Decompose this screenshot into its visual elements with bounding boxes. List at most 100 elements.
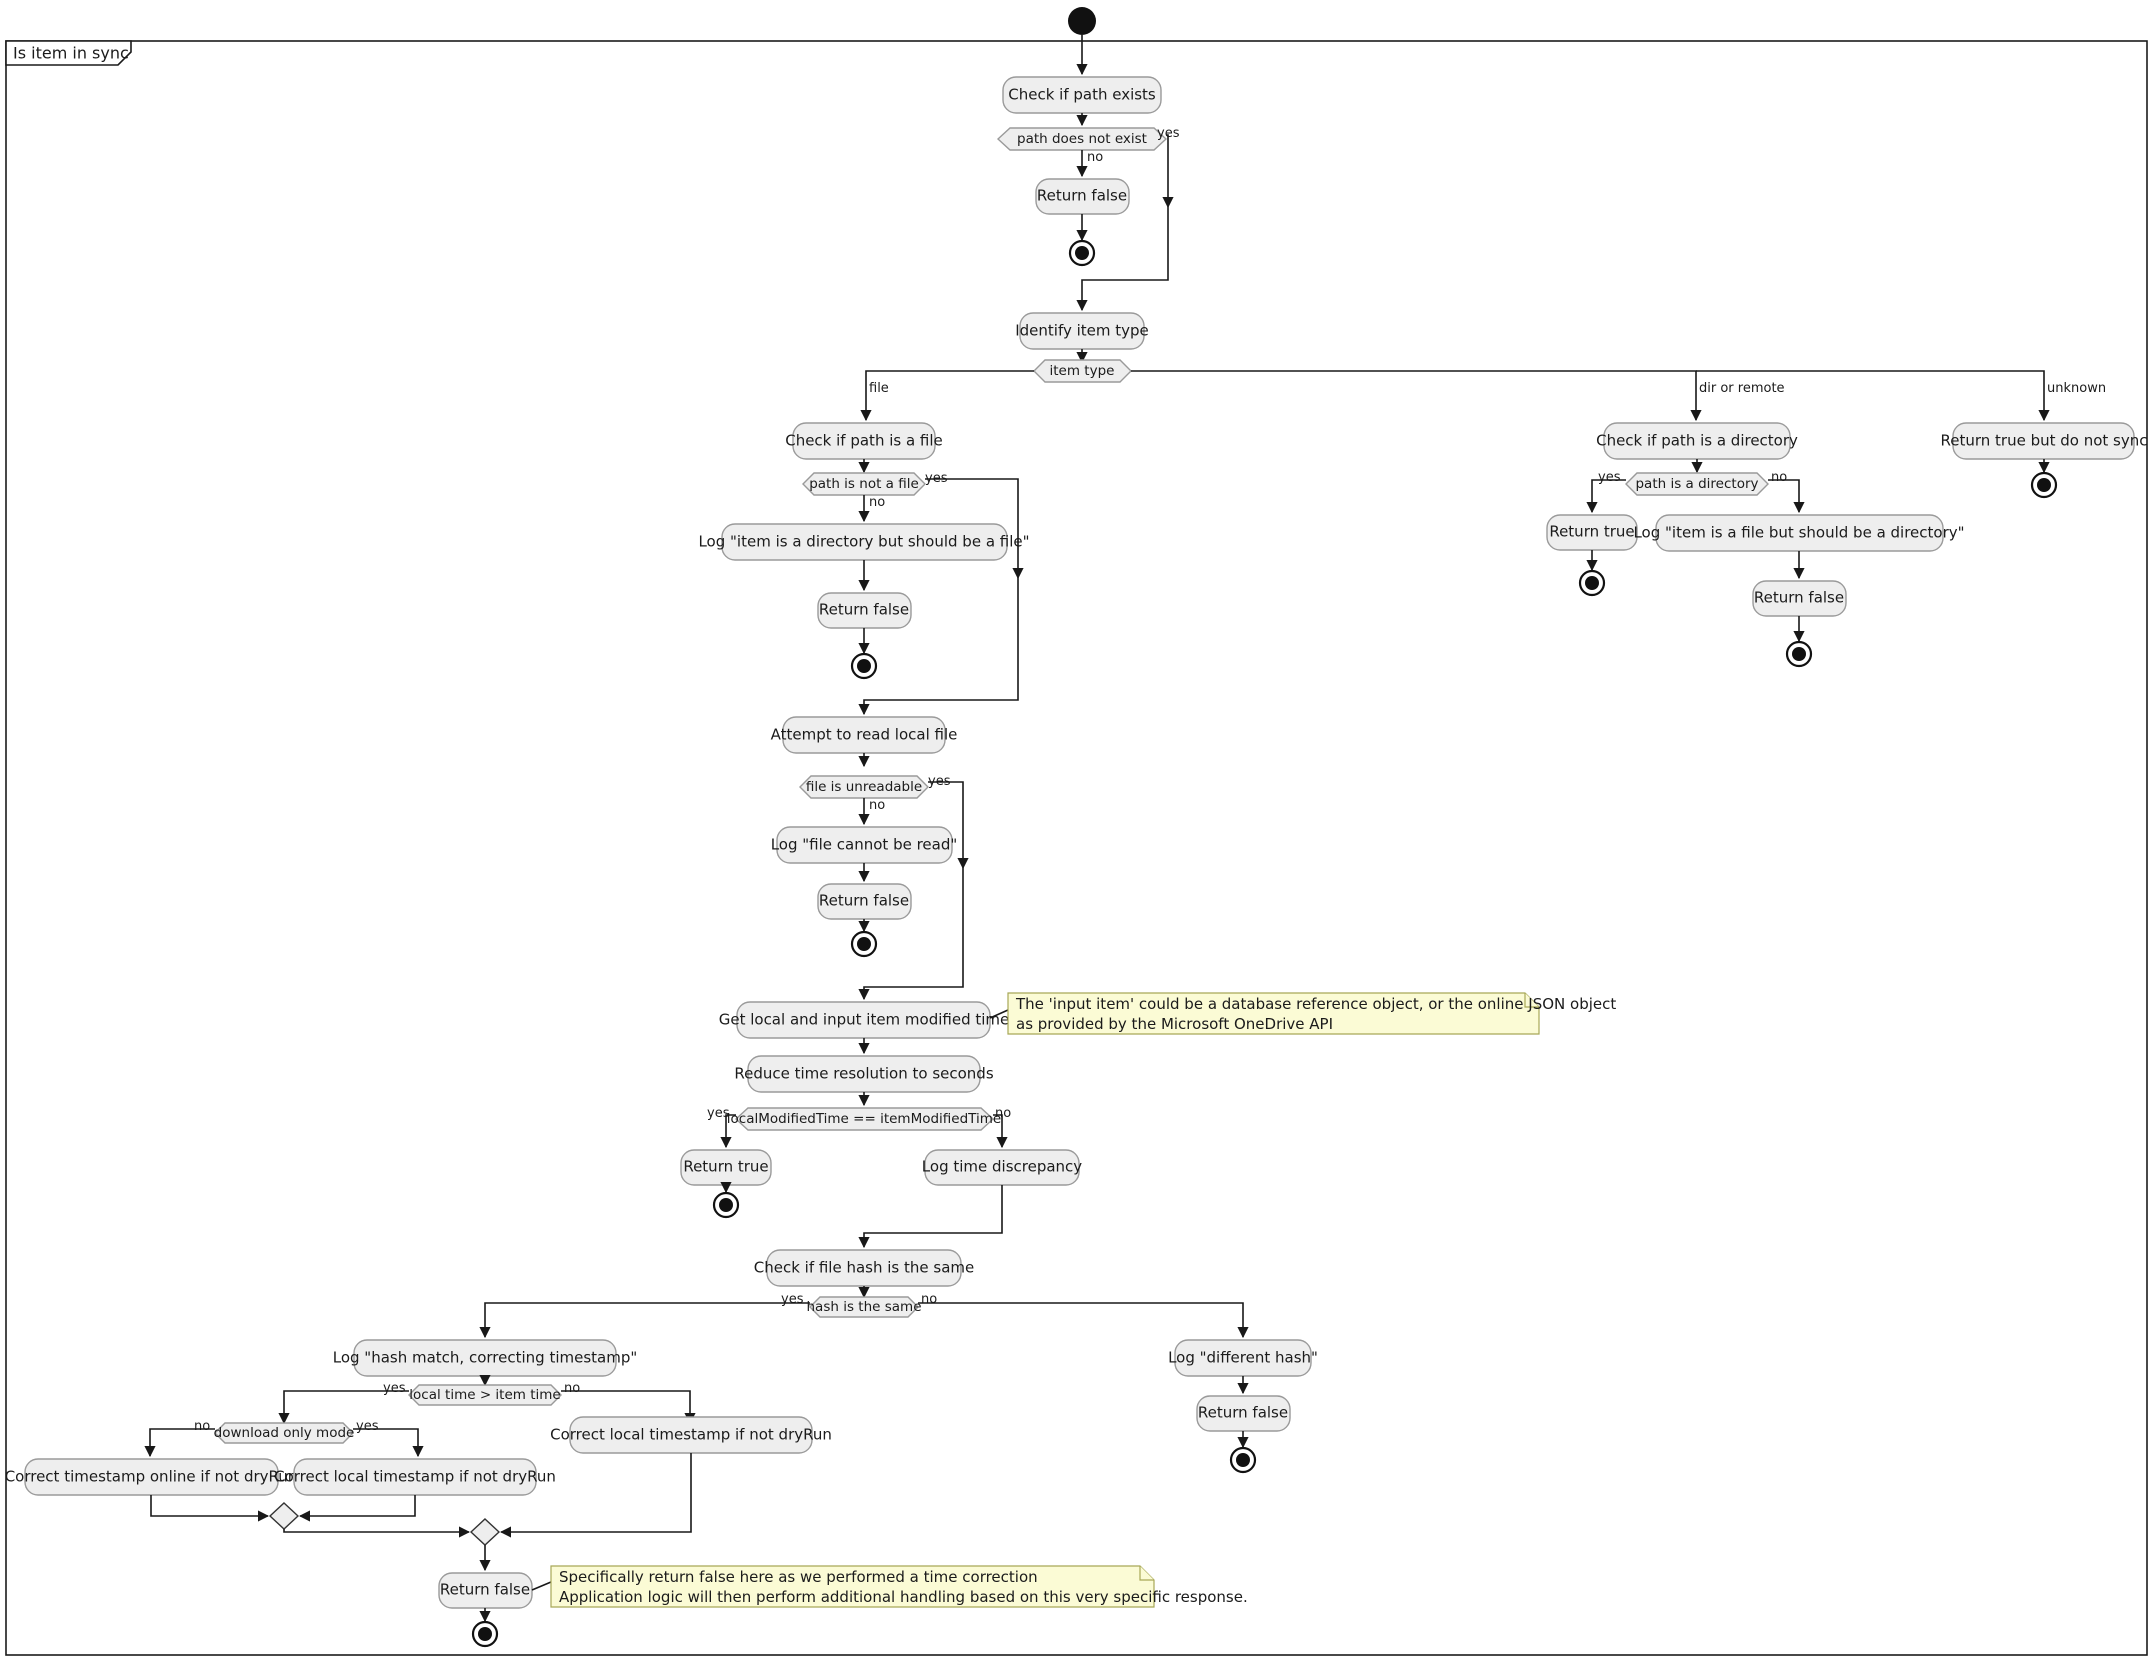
activity-label: Correct local timestamp if not dryRun [550,1426,832,1444]
decision-time-equal[interactable]: localModifiedTime == itemModifiedTime [727,1107,1001,1131]
activity-label: Get local and input item modified time [719,1011,1010,1029]
activity-identify-item-type[interactable]: Identify item type [1015,312,1149,350]
branch-label-no: no [194,1419,210,1434]
end-node-not-a-file [850,652,878,680]
end-node-unreadable [850,930,878,958]
decision-hash-is-the-same[interactable]: hash is the same [807,1296,922,1318]
end-node-directory-ok [1578,569,1606,597]
activity-label: Check if file hash is the same [754,1259,975,1277]
branch-label-yes: yes [781,1292,804,1307]
activity-get-modified-time[interactable]: Get local and input item modified time [719,1001,1010,1039]
branch-label-no: no [869,798,885,813]
decision-label: path is not a file [809,476,919,492]
end-node-different-hash [1229,1446,1257,1474]
activity-label: Reduce time resolution to seconds [734,1065,993,1083]
activity-log-time-discrepancy[interactable]: Log time discrepancy [922,1149,1083,1186]
activity-return-true-directory[interactable]: Return true [1546,514,1638,551]
decision-label: hash is the same [807,1299,922,1315]
end-node-path-missing [1068,239,1096,267]
branch-label-unknown: unknown [2047,381,2106,396]
partition-frame: Is item in sync [5,40,2148,1656]
end-node-in-sync [712,1191,740,1219]
activity-label: Log "item is a file but should be a dire… [1633,524,1964,542]
decision-label: local time > item time [409,1387,560,1403]
start-node [1068,7,1096,35]
branch-label-dir-or-remote: dir or remote [1699,381,1785,396]
activity-return-false-path-missing[interactable]: Return false [1035,178,1130,215]
activity-label: Log "hash match, correcting timestamp" [333,1349,638,1367]
end-node-unknown [2030,471,2058,499]
activity-return-false-time-corrected[interactable]: Return false [438,1572,533,1609]
activity-attempt-read-local-file[interactable]: Attempt to read local file [771,716,958,754]
activity-reduce-time-resolution[interactable]: Reduce time resolution to seconds [734,1055,994,1093]
activity-return-false-should-be-directory[interactable]: Return false [1752,580,1847,617]
note-line-2: Application logic will then perform addi… [559,1588,1248,1606]
note-line-1: The 'input item' could be a database ref… [1015,995,1616,1013]
decision-label: localModifiedTime == itemModifiedTime [727,1111,1001,1127]
branch-label-file: file [869,381,889,396]
merge-node-inner [268,1502,300,1530]
activity-label: Return false [440,1581,530,1599]
branch-label-no: no [869,495,885,510]
activity-return-true-no-sync[interactable]: Return true but do not sync [1940,422,2148,460]
note-input-item: The 'input item' could be a database ref… [989,992,1616,1035]
activity-log-hash-match[interactable]: Log "hash match, correcting timestamp" [333,1339,638,1377]
decision-local-time-gt-item-time[interactable]: local time > item time [408,1384,562,1406]
decision-label: path does not exist [1017,131,1147,147]
activity-log-different-hash[interactable]: Log "different hash" [1168,1339,1318,1377]
activity-label: Return false [819,601,909,619]
branch-label-no: no [921,1292,937,1307]
decision-label: item type [1050,363,1115,379]
decision-label: path is a directory [1635,476,1758,492]
activity-label: Log "file cannot be read" [771,836,958,854]
note-line-2: as provided by the Microsoft OneDrive AP… [1016,1015,1333,1033]
activity-label: Log time discrepancy [922,1158,1083,1176]
note-return-false: Specifically return false here as we per… [531,1565,1248,1608]
activity-check-path-is-file[interactable]: Check if path is a file [785,422,943,460]
decision-label: file is unreadable [806,779,922,795]
activity-label: Identify item type [1015,322,1149,340]
uml-activity-diagram: Is item in sync Check if path exists pat… [0,0,2153,1662]
activity-label: Return false [1037,187,1127,205]
branch-label-no: no [1087,150,1103,165]
activity-label: Return false [819,892,909,910]
activity-label: Correct local timestamp if not dryRun [274,1468,556,1486]
decision-file-is-unreadable[interactable]: file is unreadable [799,775,929,799]
branch-label-yes: yes [383,1381,406,1396]
activity-label: Return false [1198,1404,1288,1422]
activity-return-false-unreadable[interactable]: Return false [817,883,912,920]
activity-label: Return true [1549,523,1634,541]
activity-check-path-exists[interactable]: Check if path exists [1002,76,1162,114]
branch-label-yes: yes [1598,470,1621,485]
activity-return-true-in-sync[interactable]: Return true [680,1149,772,1186]
activity-log-directory-should-be-file[interactable]: Log "item is a directory but should be a… [698,523,1030,561]
activity-label: Check if path is a directory [1596,432,1798,450]
decision-path-is-a-directory[interactable]: path is a directory [1625,472,1769,496]
activity-label: Check if path exists [1008,86,1156,104]
frame-label: Is item in sync [13,44,129,63]
end-node-should-be-directory [1785,640,1813,668]
activity-check-file-hash[interactable]: Check if file hash is the same [754,1249,975,1287]
activity-check-path-is-directory[interactable]: Check if path is a directory [1596,422,1798,460]
activity-label: Return true but do not sync [1940,432,2147,450]
activity-label: Check if path is a file [785,432,943,450]
activity-label: Log "item is a directory but should be a… [698,533,1029,551]
activity-label: Correct timestamp online if not dryRun [5,1468,298,1486]
branch-label-no: no [1771,470,1787,485]
decision-download-only-mode[interactable]: download only mode [214,1422,355,1444]
activity-log-file-cannot-be-read[interactable]: Log "file cannot be read" [771,826,958,864]
activity-label: Return true [683,1158,768,1176]
activity-correct-timestamp-online[interactable]: Correct timestamp online if not dryRun [5,1458,298,1496]
merge-node-outer [469,1518,501,1546]
activity-label: Log "different hash" [1168,1349,1318,1367]
activity-return-false-not-a-file[interactable]: Return false [817,592,912,629]
decision-label: download only mode [214,1425,355,1441]
activity-correct-local-timestamp-older[interactable]: Correct local timestamp if not dryRun [550,1416,832,1454]
activity-log-file-should-be-directory[interactable]: Log "item is a file but should be a dire… [1633,514,1965,552]
note-line-1: Specifically return false here as we per… [559,1568,1038,1586]
decision-path-is-not-a-file[interactable]: path is not a file [802,472,926,496]
decision-item-type[interactable]: item type [1033,359,1132,383]
activity-correct-local-timestamp-download[interactable]: Correct local timestamp if not dryRun [274,1458,556,1496]
decision-path-does-not-exist[interactable]: path does not exist [996,127,1168,151]
activity-return-false-different-hash[interactable]: Return false [1196,1395,1291,1432]
